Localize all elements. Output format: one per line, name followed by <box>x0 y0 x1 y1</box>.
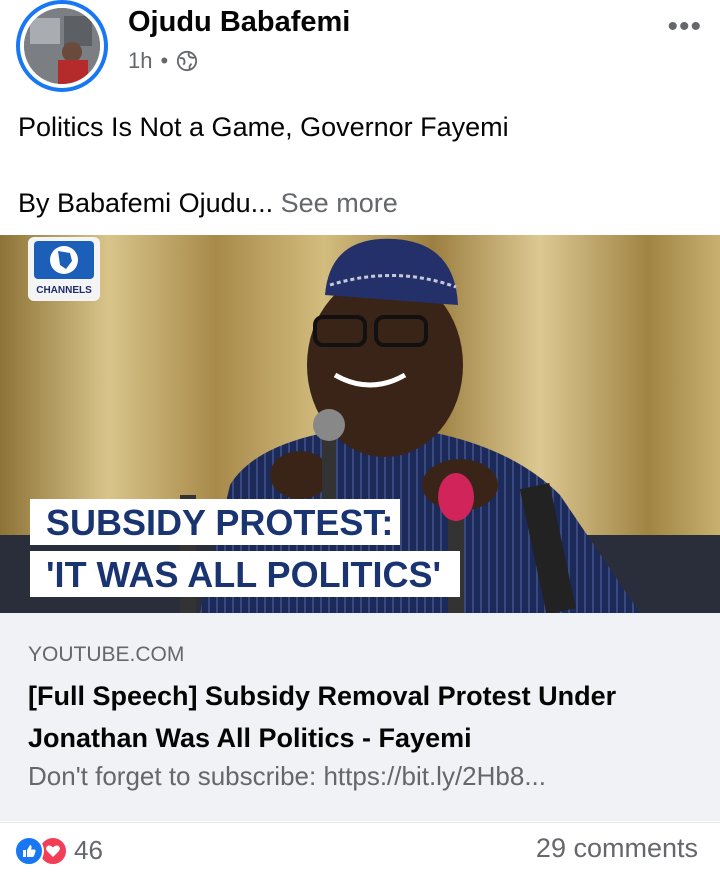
avatar[interactable] <box>16 0 108 92</box>
avatar-image <box>24 8 100 84</box>
globe-icon <box>177 50 198 72</box>
post-header: Ojudu Babafemi 1h • ••• <box>0 0 720 100</box>
see-more-link[interactable]: See more <box>281 188 398 218</box>
post-time[interactable]: 1h <box>128 48 152 74</box>
post-text: Politics Is Not a Game, Governor Fayemi … <box>18 108 509 222</box>
link-domain: YOUTUBE.COM <box>28 643 185 666</box>
caption-line1: SUBSIDY PROTEST: <box>46 502 393 543</box>
post-text-excerpt: By Babafemi Ojudu... <box>18 188 274 218</box>
reaction-count: 46 <box>74 835 103 865</box>
post-text-line1: Politics Is Not a Game, Governor Fayemi <box>18 112 509 142</box>
comments-count-link[interactable]: 29 comments <box>536 833 698 864</box>
post-footer: 46 29 comments <box>0 822 720 879</box>
video-thumbnail[interactable]: CHANNELS SUBSIDY PROTEST: 'IT WAS ALL PO… <box>0 235 720 613</box>
meta-separator: • <box>160 48 169 73</box>
more-options-button[interactable]: ••• <box>667 10 702 44</box>
link-preview[interactable]: YOUTUBE.COM [Full Speech] Subsidy Remova… <box>0 613 720 821</box>
caption-line2: 'IT WAS ALL POLITICS' <box>46 554 441 595</box>
channel-logo-text: CHANNELS <box>36 285 92 296</box>
post-meta: 1h • <box>128 48 198 74</box>
link-description: Don't forget to subscribe: https://bit.l… <box>28 761 546 791</box>
author-name[interactable]: Ojudu Babafemi <box>128 6 350 39</box>
post-text-line2: By Babafemi Ojudu... See more <box>18 184 509 222</box>
like-icon <box>14 835 44 866</box>
thumbnail-image: CHANNELS SUBSIDY PROTEST: 'IT WAS ALL PO… <box>0 235 720 613</box>
reactions-summary[interactable]: 46 <box>14 835 103 866</box>
link-title[interactable]: [Full Speech] Subsidy Removal Protest Un… <box>28 675 698 759</box>
